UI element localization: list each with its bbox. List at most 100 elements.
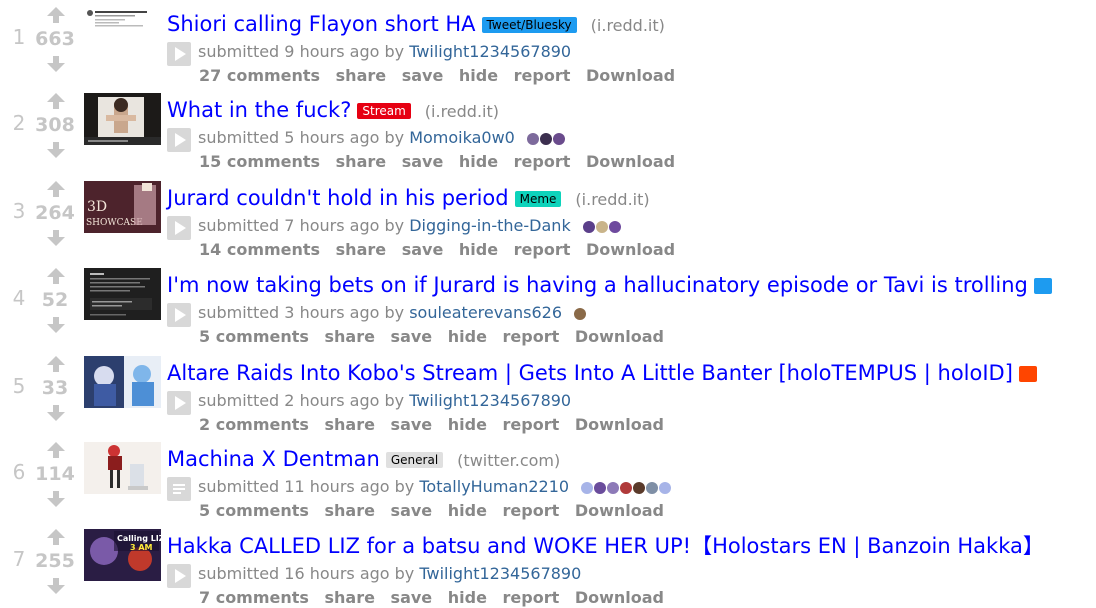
post-title-link[interactable]: Shiori calling Flayon short HA — [167, 12, 476, 36]
upvote-arrow-icon[interactable] — [47, 181, 65, 197]
post-thumbnail[interactable] — [84, 93, 161, 145]
expand-media-button[interactable] — [167, 391, 191, 415]
comments-link[interactable]: 5 comments — [199, 327, 309, 346]
report-link[interactable]: report — [503, 588, 560, 607]
author-link[interactable]: Digging-in-the-Dank — [409, 216, 571, 235]
hide-link[interactable]: hide — [448, 327, 487, 346]
post-flair[interactable] — [1033, 278, 1052, 294]
hide-link[interactable]: hide — [448, 415, 487, 434]
comments-link[interactable]: 2 comments — [199, 415, 309, 434]
comments-link[interactable]: 5 comments — [199, 501, 309, 520]
share-link[interactable]: share — [325, 415, 375, 434]
download-link[interactable]: Download — [575, 588, 664, 607]
upvote-arrow-icon[interactable] — [47, 356, 65, 372]
post-flair[interactable]: Stream — [357, 103, 411, 119]
post-thumbnail[interactable] — [84, 442, 161, 494]
download-link[interactable]: Download — [575, 327, 664, 346]
downvote-arrow-icon[interactable] — [47, 491, 65, 507]
comments-link[interactable]: 14 comments — [199, 240, 320, 259]
expand-media-button[interactable] — [167, 303, 191, 327]
upvote-arrow-icon[interactable] — [47, 7, 65, 23]
download-link[interactable]: Download — [586, 240, 675, 259]
post-thumbnail[interactable] — [84, 356, 161, 408]
share-link[interactable]: share — [325, 501, 375, 520]
post-flair[interactable] — [1049, 539, 1068, 555]
post-domain[interactable]: (i.redd.it) — [591, 16, 665, 35]
author-link[interactable]: souleaterevans626 — [409, 303, 562, 322]
downvote-arrow-icon[interactable] — [47, 405, 65, 421]
user-flair-badge-icon — [633, 482, 646, 494]
downvote-arrow-icon[interactable] — [47, 578, 65, 594]
save-link[interactable]: save — [402, 152, 444, 171]
upvote-arrow-icon[interactable] — [47, 442, 65, 458]
report-link[interactable]: report — [503, 415, 560, 434]
download-link[interactable]: Download — [575, 501, 664, 520]
download-link[interactable]: Download — [586, 66, 675, 85]
post-domain[interactable]: (i.redd.it) — [575, 190, 649, 209]
post-title-link[interactable]: I'm now taking bets on if Jurard is havi… — [167, 273, 1028, 297]
downvote-arrow-icon[interactable] — [47, 56, 65, 72]
save-link[interactable]: save — [402, 66, 444, 85]
downvote-arrow-icon[interactable] — [47, 230, 65, 246]
comments-link[interactable]: 15 comments — [199, 152, 320, 171]
author-link[interactable]: Twilight1234567890 — [419, 564, 581, 583]
post-domain[interactable]: (i.redd.it) — [425, 102, 499, 121]
expand-media-button[interactable] — [167, 564, 191, 588]
post-title-link[interactable]: Hakka CALLED LIZ for a batsu and WOKE HE… — [167, 534, 1044, 558]
download-link[interactable]: Download — [575, 415, 664, 434]
hide-link[interactable]: hide — [459, 240, 498, 259]
save-link[interactable]: save — [391, 415, 433, 434]
play-icon — [167, 303, 191, 327]
save-link[interactable]: save — [391, 588, 433, 607]
expand-media-button[interactable] — [167, 128, 191, 152]
hide-link[interactable]: hide — [459, 152, 498, 171]
report-link[interactable]: report — [514, 66, 571, 85]
post-title-link[interactable]: Jurard couldn't hold in his period — [167, 186, 509, 210]
post-flair[interactable]: Meme — [514, 191, 562, 207]
upvote-arrow-icon[interactable] — [47, 268, 65, 284]
report-link[interactable]: report — [514, 240, 571, 259]
upvote-arrow-icon[interactable] — [47, 529, 65, 545]
post-title-link[interactable]: Machina X Dentman — [167, 447, 380, 471]
share-link[interactable]: share — [336, 240, 386, 259]
comments-link[interactable]: 27 comments — [199, 66, 320, 85]
save-link[interactable]: save — [391, 501, 433, 520]
upvote-arrow-icon[interactable] — [47, 93, 65, 109]
post-domain[interactable]: (twitter.com) — [457, 451, 560, 470]
download-link[interactable]: Download — [586, 152, 675, 171]
share-link[interactable]: share — [325, 588, 375, 607]
post-thumbnail[interactable] — [84, 268, 161, 320]
expand-media-button[interactable] — [167, 42, 191, 66]
report-link[interactable]: report — [503, 501, 560, 520]
downvote-arrow-icon[interactable] — [47, 142, 65, 158]
post-thumbnail[interactable]: Calling LIZ 3 AM — [84, 529, 161, 581]
post-flair[interactable]: General — [385, 452, 444, 468]
comments-link[interactable]: 7 comments — [199, 588, 309, 607]
post-flair[interactable] — [1018, 366, 1037, 382]
hide-link[interactable]: hide — [448, 501, 487, 520]
author-link[interactable]: Twilight1234567890 — [409, 42, 571, 61]
post-thumbnail[interactable] — [84, 7, 161, 59]
hide-link[interactable]: hide — [448, 588, 487, 607]
share-link[interactable]: share — [336, 66, 386, 85]
downvote-arrow-icon[interactable] — [47, 317, 65, 333]
expand-text-button[interactable] — [167, 477, 191, 501]
post-flair[interactable]: Tweet/Bluesky — [481, 17, 577, 33]
post-title-link[interactable]: Altare Raids Into Kobo's Stream | Gets I… — [167, 361, 1013, 385]
post-thumbnail[interactable]: 3D SHOWCASE — [84, 181, 161, 233]
author-link[interactable]: TotallyHuman2210 — [419, 477, 569, 496]
submitted-text: submitted 7 hours ago by — [198, 216, 405, 235]
post-title-link[interactable]: What in the fuck? — [167, 98, 351, 122]
user-flair-badge-icon — [659, 482, 672, 494]
author-link[interactable]: Twilight1234567890 — [409, 391, 571, 410]
save-link[interactable]: save — [402, 240, 444, 259]
hide-link[interactable]: hide — [459, 66, 498, 85]
report-link[interactable]: report — [514, 152, 571, 171]
share-link[interactable]: share — [325, 327, 375, 346]
save-link[interactable]: save — [391, 327, 433, 346]
post-rank: 6 — [12, 460, 26, 484]
author-link[interactable]: Momoika0w0 — [409, 128, 515, 147]
expand-media-button[interactable] — [167, 216, 191, 240]
report-link[interactable]: report — [503, 327, 560, 346]
share-link[interactable]: share — [336, 152, 386, 171]
